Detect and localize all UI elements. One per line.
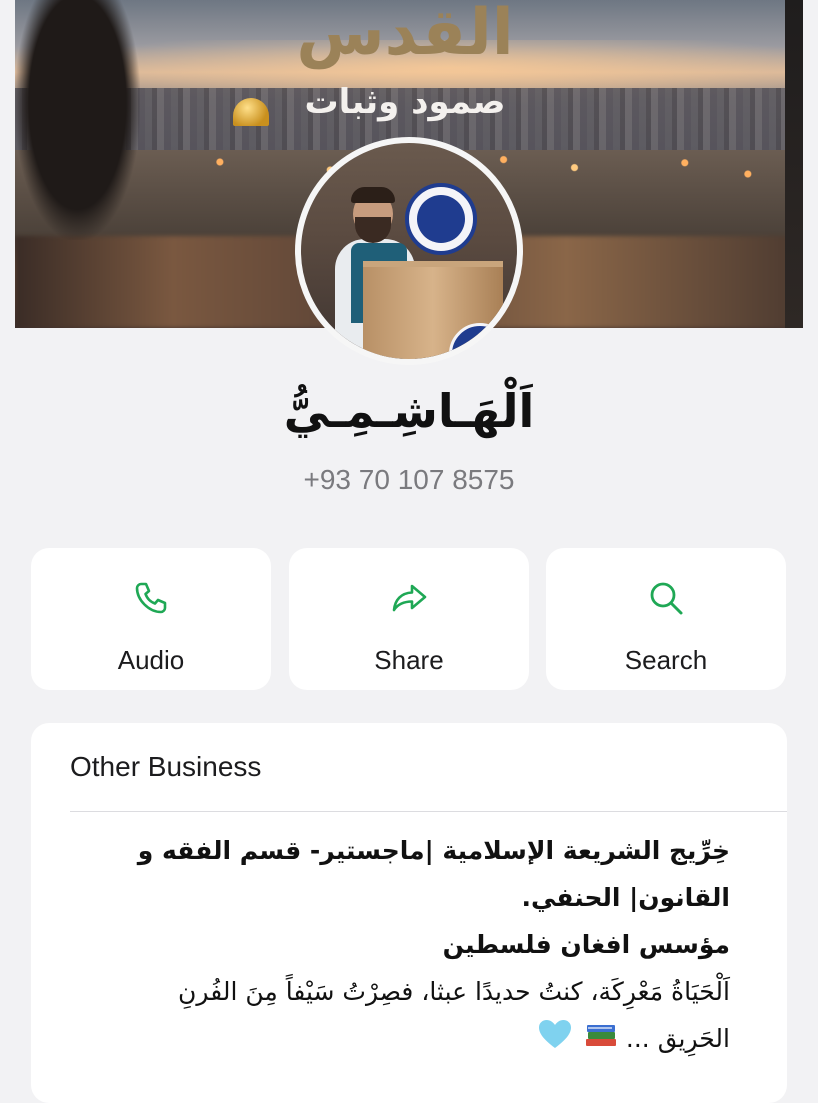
- bio-line: الحَرِيق ...: [625, 1024, 730, 1053]
- bio-line: اَلْحَيَاةُ مَعْرِكَة، كنتُ حديدًا عبثا،…: [178, 977, 730, 1006]
- profile-avatar[interactable]: [295, 137, 523, 365]
- card-title: Other Business: [70, 751, 262, 782]
- bio-line: مؤسس افغان فلسطين: [442, 930, 730, 959]
- share-arrow-icon: [392, 584, 427, 612]
- cover-title-text: القدس: [296, 0, 514, 70]
- university-logo-icon: [405, 183, 477, 255]
- profile-name: اَلْهَـاشِـمِـيُّ: [283, 384, 535, 438]
- share-button-label: Share: [374, 645, 444, 675]
- bio-line: القانون| الحنفي.: [521, 883, 730, 912]
- share-button[interactable]: Share: [289, 548, 529, 690]
- cover-subtitle-text: صمود وثبات: [304, 82, 506, 122]
- card-divider: [70, 811, 787, 812]
- bio-line: خِرِّيج الشريعة الإسلامية |ماجستير- قسم …: [137, 836, 730, 865]
- books-emoji-icon: [584, 1017, 618, 1064]
- business-info-card: Other Business خِرِّيج الشريعة الإسلامية…: [31, 723, 787, 1103]
- audio-button-label: Audio: [117, 645, 185, 675]
- search-icon: [650, 582, 683, 615]
- search-button-label: Search: [624, 645, 708, 675]
- phone-icon: [135, 582, 167, 614]
- bio-line-with-emoji: الحَرِيق ...: [70, 1015, 730, 1064]
- cover-edge: [785, 0, 803, 328]
- cover-tree-silhouette: [15, 0, 140, 240]
- search-button[interactable]: Search: [546, 548, 786, 690]
- light-blue-heart-icon: [538, 1017, 572, 1064]
- avatar-person-hair: [351, 187, 395, 203]
- business-description: خِرِّيج الشريعة الإسلامية |ماجستير- قسم …: [70, 827, 730, 1064]
- audio-button[interactable]: Audio: [31, 548, 271, 690]
- profile-phone[interactable]: +93 70 107 8575: [0, 464, 818, 496]
- dome-of-the-rock-icon: [233, 98, 269, 126]
